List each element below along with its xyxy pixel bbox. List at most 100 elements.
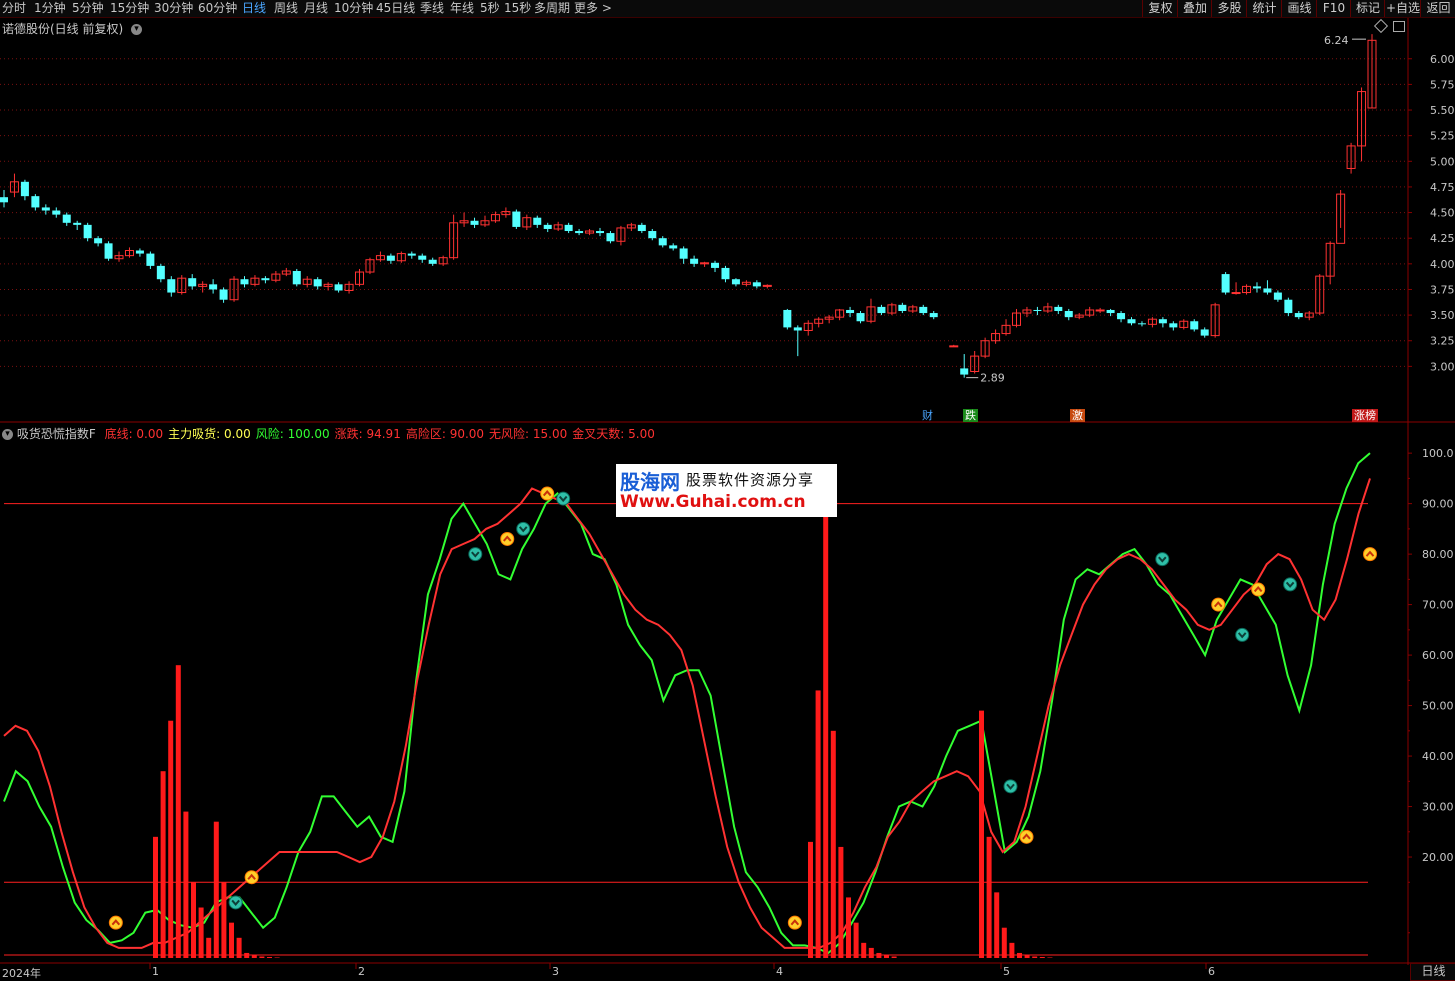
candle: [344, 281, 354, 294]
candle: [919, 304, 928, 316]
price-tick-label: 3.25: [1430, 335, 1455, 348]
death-cross-icon: [228, 895, 243, 910]
volume-bar: [259, 956, 265, 958]
candle: [1033, 306, 1042, 316]
candle: [386, 253, 395, 264]
golden-cross-icon: [1211, 597, 1226, 612]
candle: [375, 251, 385, 262]
series-line: [3, 478, 1371, 949]
candle: [396, 251, 406, 263]
volume-bar: [1017, 952, 1022, 958]
volume-bar: [876, 952, 882, 958]
candle-body: [1158, 319, 1167, 324]
candle: [846, 306, 855, 318]
candle: [669, 243, 678, 251]
death-cross-icon: [556, 491, 571, 506]
candle: [229, 276, 239, 302]
volume-bar: [861, 942, 867, 958]
candle: [762, 284, 772, 289]
candle: [1231, 282, 1241, 295]
marker-circle: [108, 915, 123, 930]
candle-body: [793, 327, 802, 331]
candle: [31, 194, 40, 211]
candle: [1085, 306, 1095, 318]
candle-body: [240, 279, 249, 285]
event-badge-0[interactable]: 财: [920, 409, 935, 422]
ind-tick-label: 80.00: [1422, 548, 1454, 561]
candle: [104, 241, 113, 261]
volume-bar: [823, 503, 829, 958]
candle: [553, 221, 563, 232]
event-badge-1[interactable]: 跌: [963, 409, 978, 422]
candle-body: [606, 233, 615, 242]
candle: [648, 228, 657, 241]
volume-bar: [994, 892, 1000, 958]
low-label: 2.89: [980, 372, 1005, 385]
candle: [1011, 308, 1021, 328]
candle: [407, 251, 416, 259]
candle: [177, 275, 187, 295]
death-cross-icon: [1155, 552, 1170, 567]
candle-body: [94, 238, 103, 244]
candle-body: [167, 279, 176, 293]
price-tick-label: 5.25: [1430, 130, 1455, 143]
candle: [658, 236, 667, 248]
volume-bar: [891, 956, 897, 958]
golden-cross-icon: [500, 531, 515, 546]
candle: [814, 317, 824, 328]
candle: [438, 255, 448, 266]
candle: [1273, 290, 1282, 302]
x-tick-label: 5: [1003, 965, 1010, 978]
candle: [949, 344, 959, 348]
death-cross-icon: [468, 547, 483, 562]
candle: [146, 251, 155, 269]
candle-body: [564, 224, 573, 232]
candle: [980, 337, 990, 359]
marker-circle: [1155, 552, 1170, 567]
candle-body: [1127, 319, 1136, 324]
volume-bar: [838, 846, 844, 958]
candle: [449, 214, 459, 260]
candle: [302, 276, 312, 288]
candle: [1304, 310, 1314, 321]
candle-body: [648, 231, 657, 239]
series-line: [3, 452, 1371, 955]
candle-body: [1054, 306, 1063, 311]
death-cross-icon: [1003, 779, 1018, 794]
candle-body: [1190, 321, 1199, 330]
candle-body: [1221, 274, 1230, 293]
candle-body: [929, 313, 938, 318]
candle-body: [1137, 323, 1146, 325]
volume-bar: [183, 811, 189, 958]
event-badge-2[interactable]: 激: [1070, 409, 1085, 422]
x-tick-label: 6: [1208, 965, 1215, 978]
candle: [877, 304, 886, 316]
watermark: 股海网 股票软件资源分享 Www.Guhai.com.cn: [616, 464, 837, 517]
candle: [679, 246, 688, 264]
candle-body: [1095, 309, 1105, 312]
candle-body: [1263, 288, 1272, 293]
x-tick-label: 3: [552, 965, 559, 978]
candle: [1263, 280, 1272, 295]
candle-body: [156, 265, 165, 280]
price-tick-label: 3.00: [1430, 360, 1455, 373]
candle: [898, 302, 907, 314]
marker-circle: [540, 486, 555, 501]
candle: [970, 350, 980, 374]
marker-circle: [1003, 779, 1018, 794]
candle: [721, 265, 730, 283]
candle: [866, 298, 876, 324]
volume-bar: [1039, 956, 1045, 958]
candle-body: [596, 231, 605, 234]
candle-body: [690, 258, 699, 264]
candle-body: [1064, 310, 1073, 318]
period-label[interactable]: 日线: [1410, 963, 1455, 981]
candle-body: [146, 253, 155, 266]
ind-tick-label: 60.00: [1422, 649, 1454, 662]
marker-circle: [1235, 627, 1250, 642]
event-badge-3[interactable]: 涨榜: [1352, 409, 1378, 422]
golden-cross-icon: [1251, 582, 1266, 597]
candle: [1190, 319, 1199, 332]
x-tick-label: 2: [358, 965, 365, 978]
candle-body: [188, 278, 197, 287]
